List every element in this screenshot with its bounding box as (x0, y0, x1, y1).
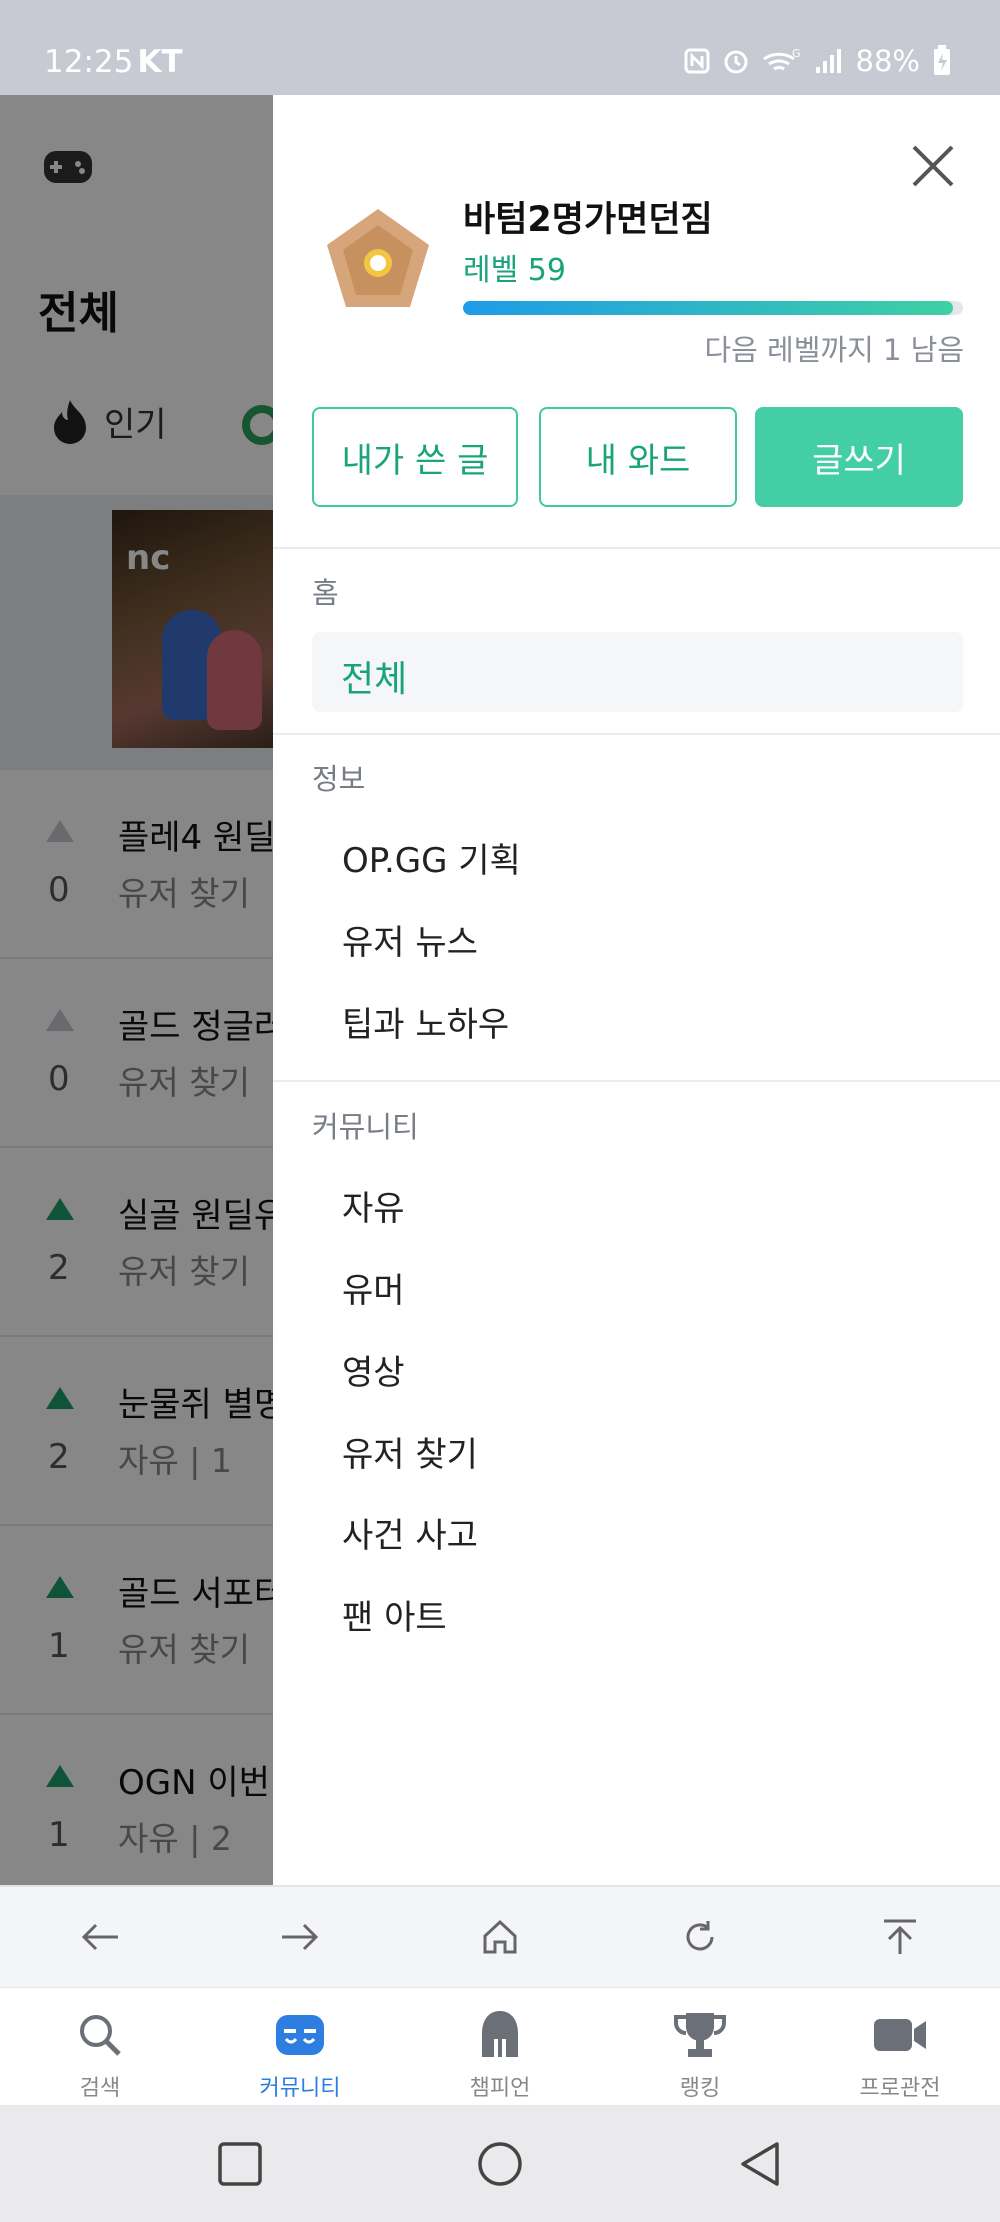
username: 바텀2명가면던짐 (463, 200, 713, 240)
write-button[interactable]: 글쓰기 (755, 407, 963, 507)
close-button[interactable] (904, 137, 962, 195)
menu-item-video[interactable]: 영상 (342, 1345, 405, 1394)
my-wards-button[interactable]: 내 와드 (539, 407, 737, 507)
arrow-right-icon (282, 1923, 319, 1951)
arrow-left-icon (81, 1923, 118, 1951)
wifi-icon: G (762, 47, 801, 71)
user-level: 레벨 59 (463, 253, 566, 288)
divider (273, 1080, 1000, 1082)
back-nav-button[interactable] (730, 2134, 790, 2194)
section-label-home: 홈 (312, 576, 339, 610)
battery-charging-icon (934, 45, 950, 75)
next-level-text: 다음 레벨까지 1 남음 (704, 333, 964, 367)
arrow-up-to-top-icon (884, 1919, 916, 1954)
clock: 12:25 (44, 44, 134, 80)
search-icon (80, 2015, 121, 2056)
divider (273, 733, 1000, 735)
browser-toolbar (0, 1885, 1000, 1987)
level-progress-fill (463, 301, 953, 315)
champion-icon (482, 2011, 518, 2057)
signal-icon (815, 49, 841, 73)
level-progress-bar (463, 301, 963, 315)
menu-item-user-news[interactable]: 유저 뉴스 (342, 915, 478, 964)
tab-ranking[interactable]: 랭킹 (600, 1988, 800, 2105)
back-button[interactable] (70, 1907, 130, 1967)
status-bar: 12:25 KT G 88% (0, 0, 1000, 95)
menu-item-incident[interactable]: 사건 사고 (342, 1508, 478, 1557)
home-icon (483, 1919, 517, 1954)
status-time: 12:25 KT (44, 44, 183, 80)
triangle-back-icon (741, 2141, 779, 2186)
refresh-icon (686, 1921, 714, 1951)
home-button[interactable] (470, 1907, 530, 1967)
tab-label: 검색 (79, 2076, 121, 2101)
section-label-community: 커뮤니티 (312, 1110, 419, 1144)
alarm-icon (724, 50, 748, 74)
svg-text:G: G (792, 47, 801, 60)
menu-item-all[interactable]: 전체 (312, 632, 963, 712)
carrier: KT (137, 44, 183, 80)
tab-pro-watch[interactable]: 프로관전 (800, 1988, 1000, 2105)
forward-button[interactable] (270, 1907, 330, 1967)
battery-percent: 88% (855, 44, 920, 78)
community-icon (276, 2015, 324, 2055)
menu-item-tips[interactable]: 팁과 노하우 (342, 997, 509, 1046)
trophy-icon (674, 2013, 726, 2057)
menu-item-fan-art[interactable]: 팬 아트 (342, 1590, 447, 1639)
recent-apps-button[interactable] (210, 2134, 270, 2194)
menu-item-opgg-plan[interactable]: OP.GG 기획 (342, 833, 521, 882)
divider (273, 547, 1000, 549)
circle-icon (478, 2141, 522, 2186)
tab-community[interactable]: 커뮤니티 (200, 1988, 400, 2105)
tab-search[interactable]: 검색 (0, 1988, 200, 2105)
section-label-info: 정보 (312, 762, 366, 796)
nfc-icon (684, 48, 710, 74)
system-nav-bar (0, 2105, 1000, 2222)
close-icon (912, 145, 954, 187)
refresh-button[interactable] (670, 1907, 730, 1967)
menu-item-find-user[interactable]: 유저 찾기 (342, 1427, 478, 1476)
tab-label: 랭킹 (679, 2076, 721, 2101)
menu-item-free[interactable]: 자유 (342, 1181, 405, 1230)
rank-badge-icon (327, 209, 429, 307)
bottom-tab-bar: 검색 커뮤니티 챔피언 랭킹 프로관전 (0, 1987, 1000, 2105)
status-icons: G 88% (684, 44, 952, 78)
menu-item-label: 전체 (341, 659, 408, 700)
my-posts-button[interactable]: 내가 쓴 글 (312, 407, 518, 507)
square-icon (218, 2141, 262, 2186)
scroll-top-button[interactable] (870, 1907, 930, 1967)
tab-label: 프로관전 (859, 2076, 941, 2101)
side-drawer: 바텀2명가면던짐 레벨 59 다음 레벨까지 1 남음 내가 쓴 글 내 와드 … (273, 95, 1000, 1885)
tab-label: 챔피언 (469, 2076, 531, 2101)
home-nav-button[interactable] (470, 2134, 530, 2194)
tab-champion[interactable]: 챔피언 (400, 1988, 600, 2105)
tab-label: 커뮤니티 (259, 2076, 341, 2101)
menu-item-humor[interactable]: 유머 (342, 1263, 405, 1312)
video-camera-icon (874, 2019, 926, 2051)
